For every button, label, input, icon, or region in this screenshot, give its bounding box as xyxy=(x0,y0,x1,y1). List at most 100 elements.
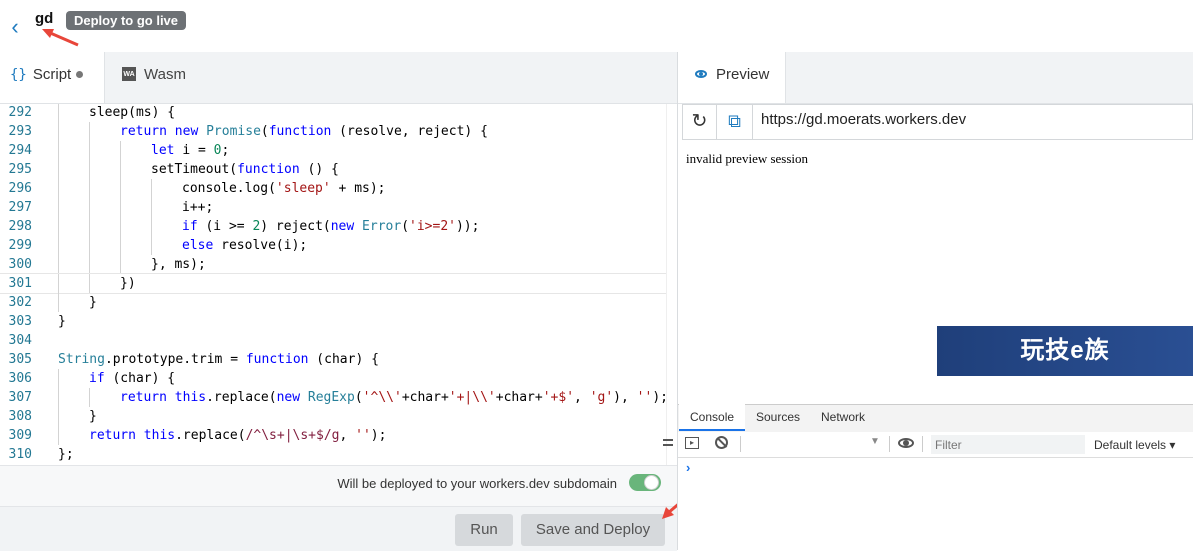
code-line[interactable]: 294 let i = 0; xyxy=(0,141,677,160)
code-line[interactable]: 307 return this.replace(new RegExp('^\\'+… xyxy=(0,388,677,407)
code-token: '' xyxy=(355,428,371,443)
indent-guide xyxy=(58,141,59,160)
code-line[interactable]: 293 return new Promise(function (resolve,… xyxy=(0,122,677,141)
line-number: 294 xyxy=(8,143,32,158)
code-line[interactable]: 302} xyxy=(0,293,677,312)
indent-guide xyxy=(89,274,90,293)
line-number: 307 xyxy=(8,390,32,405)
console-prompt[interactable]: › xyxy=(686,460,690,475)
code-token: this xyxy=(143,428,176,443)
indent-guide xyxy=(89,160,90,179)
code-token: i = xyxy=(182,143,214,158)
tab-network[interactable]: Network xyxy=(810,404,876,431)
code-token: resolve(i); xyxy=(221,238,308,253)
code-token: new xyxy=(276,390,308,405)
line-number: 306 xyxy=(8,371,32,386)
refresh-icon[interactable]: ↻ xyxy=(683,105,717,139)
code-token: }, ms); xyxy=(151,257,206,272)
open-external-icon[interactable]: ⧉ xyxy=(717,105,753,139)
code-line[interactable]: 306 if (char) { xyxy=(0,369,677,388)
live-expression-eye-icon[interactable] xyxy=(898,438,914,448)
code-token: ( xyxy=(354,390,363,405)
code-token: .prototype.trim = xyxy=(104,352,246,367)
code-line[interactable]: 301}) xyxy=(0,273,677,294)
code-text: } xyxy=(89,407,97,426)
context-dropdown-icon[interactable]: ▼ xyxy=(870,436,880,447)
code-token: RegExp xyxy=(307,390,355,405)
code-token: }; xyxy=(58,447,74,462)
code-text: }) xyxy=(120,274,136,293)
code-token: return xyxy=(120,390,175,405)
code-token: ); xyxy=(370,428,387,443)
tab-console[interactable]: Console xyxy=(679,404,746,431)
toggle-knob[interactable] xyxy=(644,475,659,490)
line-number: 303 xyxy=(8,314,32,329)
indent-guide xyxy=(120,198,121,217)
code-text: console.log('sleep' + ms); xyxy=(182,179,386,198)
indent-guide xyxy=(58,388,59,407)
eye-icon xyxy=(695,70,707,79)
code-line[interactable]: 298 if (i >= 2) reject(new Error('i>=2'))… xyxy=(0,217,677,236)
line-number: 300 xyxy=(8,257,32,272)
code-line[interactable]: 300 }, ms); xyxy=(0,255,677,274)
save-and-deploy-button[interactable]: Save and Deploy xyxy=(521,514,665,546)
code-token: String xyxy=(58,352,105,367)
indent-guide xyxy=(58,255,59,274)
preview-url[interactable]: https://gd.moerats.workers.dev xyxy=(761,111,966,128)
code-line[interactable]: 303} xyxy=(0,312,677,331)
code-line[interactable]: 292 sleep(ms) { xyxy=(0,104,677,122)
code-line[interactable]: 297 i++; xyxy=(0,198,677,217)
code-token: setTimeout( xyxy=(151,162,238,177)
code-token: return xyxy=(89,428,144,443)
code-line[interactable]: 296 console.log('sleep' + ms); xyxy=(0,179,677,198)
tab-script[interactable]: {} Script xyxy=(0,52,105,103)
indent-guide xyxy=(58,122,59,141)
tab-label: Wasm xyxy=(144,66,186,83)
tab-preview[interactable]: Preview xyxy=(678,52,786,103)
code-token: function xyxy=(237,162,300,177)
code-text: sleep(ms) { xyxy=(89,104,175,122)
tab-wasm[interactable]: WA Wasm xyxy=(105,52,215,103)
code-token: (i >= xyxy=(205,219,253,234)
code-line[interactable]: 308} xyxy=(0,407,677,426)
indent-guide xyxy=(120,160,121,179)
code-token: .replace( xyxy=(175,428,246,443)
code-token: if xyxy=(182,219,206,234)
indent-guide xyxy=(89,217,90,236)
code-token: } xyxy=(89,409,97,424)
code-line[interactable]: 309 return this.replace(/^\s+|\s+$/g, '')… xyxy=(0,426,677,445)
indent-guide xyxy=(151,179,152,198)
clear-console-icon[interactable] xyxy=(715,436,728,449)
code-text: }, ms); xyxy=(151,255,206,274)
indent-guide xyxy=(58,293,59,312)
code-token: '' xyxy=(636,390,653,405)
code-line[interactable]: 304 xyxy=(0,331,677,350)
code-line[interactable]: 310}; xyxy=(0,445,677,464)
sidebar-toggle-icon[interactable]: ▸ xyxy=(685,437,699,449)
run-button[interactable]: Run xyxy=(455,514,513,546)
worker-name: gd xyxy=(35,10,54,27)
indent-guide xyxy=(89,179,90,198)
code-token: else xyxy=(182,238,222,253)
tab-sources[interactable]: Sources xyxy=(745,404,811,431)
chevron-left-icon[interactable]: ‹ xyxy=(5,14,25,40)
resize-handle-icon[interactable] xyxy=(663,436,677,450)
code-text: i++; xyxy=(182,198,213,217)
code-token: }) xyxy=(120,276,136,291)
console-filter-input[interactable] xyxy=(931,435,1085,454)
indent-guide xyxy=(58,217,59,236)
code-token: (char) { xyxy=(308,352,379,367)
code-line[interactable]: 305 String.prototype.trim = function (cha… xyxy=(0,350,677,369)
code-editor[interactable]: 292 sleep(ms) {293 return new Promise(func… xyxy=(0,104,677,465)
indent-guide xyxy=(89,122,90,141)
editor-tabs: {} Script WA Wasm xyxy=(0,52,677,104)
code-token: '+|\\' xyxy=(448,390,496,405)
default-levels-dropdown[interactable]: Default levels ▾ xyxy=(1094,438,1175,452)
code-line[interactable]: 299 else resolve(i); xyxy=(0,236,677,255)
tab-label: Script xyxy=(32,66,72,83)
code-text: String.prototype.trim = function (char) … xyxy=(58,350,379,369)
code-line[interactable]: 295 setTimeout(function () { xyxy=(0,160,677,179)
modified-dot-icon xyxy=(76,70,84,78)
code-token: + ms); xyxy=(330,181,386,196)
indent-guide xyxy=(120,217,121,236)
